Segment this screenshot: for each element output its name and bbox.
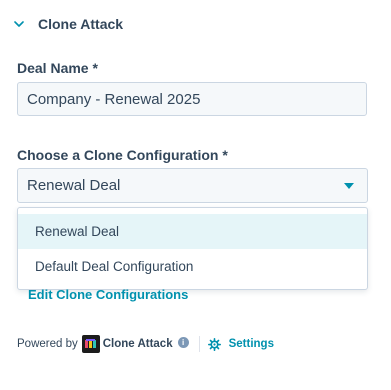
clone-config-dropdown: Renewal Deal Default Deal Configuration [17,207,368,290]
caret-down-icon[interactable] [344,183,354,189]
deal-name-value: Company - Renewal 2025 [27,90,201,108]
edit-clone-configurations-link[interactable]: Edit Clone Configurations [28,287,188,302]
clone-config-label: Choose a Clone Configuration * [17,147,228,163]
settings-link[interactable]: Settings [207,337,274,351]
section-header[interactable]: Clone Attack [13,14,123,34]
dropdown-option-default-deal-configuration[interactable]: Default Deal Configuration [18,249,367,284]
section-title: Clone Attack [38,16,124,32]
info-icon[interactable]: i [177,336,189,348]
clone-config-select[interactable]: Renewal Deal [17,168,368,203]
settings-label: Settings [228,338,274,350]
clone-attack-logo-icon [81,335,100,353]
gear-icon [207,337,221,351]
footer-divider [198,336,200,352]
clone-config-selected-value: Renewal Deal [27,177,121,194]
brand-name: Clone Attack [102,338,173,350]
footer: Powered by Clone Attack i Settings [17,334,274,354]
dropdown-option-renewal-deal[interactable]: Renewal Deal [18,214,367,249]
deal-name-label: Deal Name * [17,60,98,76]
chevron-down-icon[interactable] [13,18,25,30]
powered-by-label: Powered by [17,338,78,350]
deal-name-input[interactable]: Company - Renewal 2025 [17,82,367,116]
